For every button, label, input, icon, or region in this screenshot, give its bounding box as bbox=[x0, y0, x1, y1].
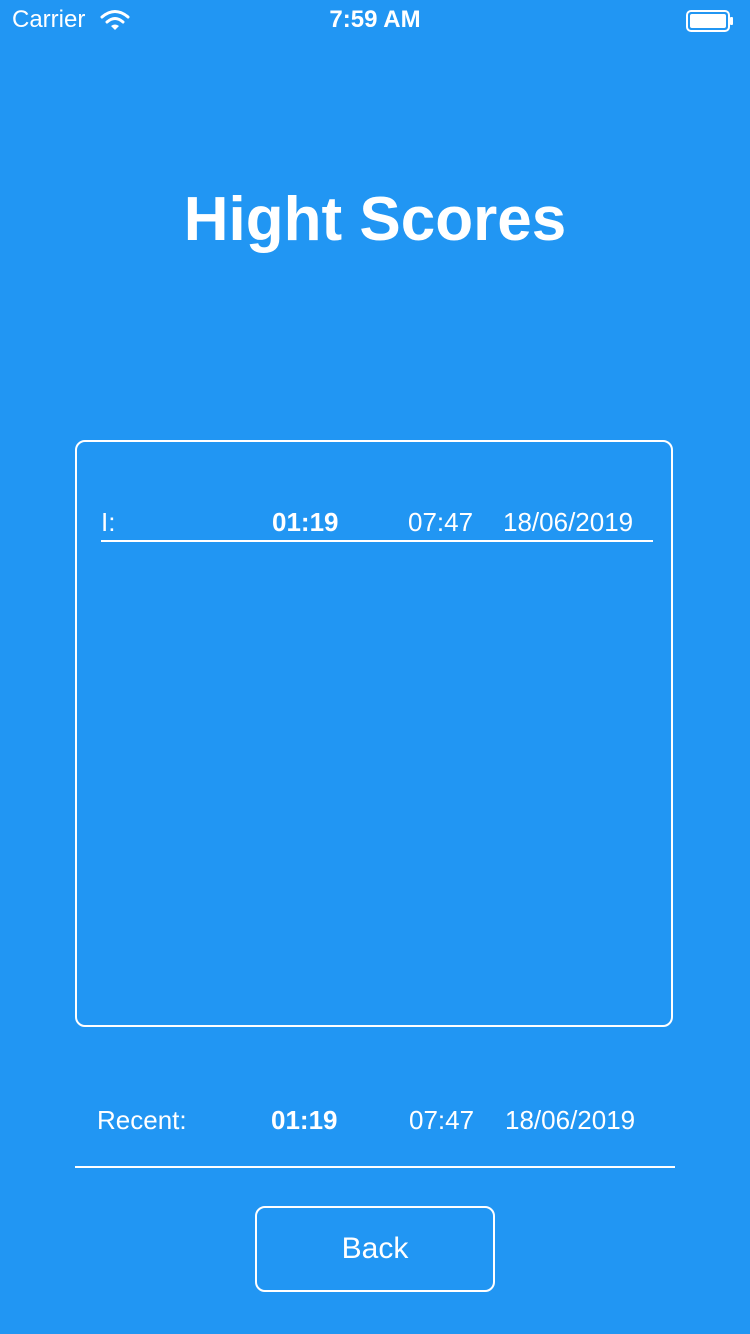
recent-score-row: Recent: 01:19 07:47 18/06/2019 bbox=[75, 1100, 675, 1168]
battery-icon bbox=[686, 10, 733, 32]
status-bar: Carrier 7:59 AM bbox=[0, 0, 750, 40]
page-title: Hight Scores bbox=[183, 185, 567, 254]
recent-label: Recent: bbox=[97, 1105, 187, 1135]
recent-time: 07:47 bbox=[409, 1105, 475, 1135]
score-value: 01:19 bbox=[272, 507, 339, 537]
recent-score-value: 01:19 bbox=[271, 1105, 338, 1135]
back-button[interactable]: Back bbox=[255, 1206, 495, 1292]
score-rank: I: bbox=[101, 507, 116, 537]
score-date: 18/06/2019 bbox=[503, 507, 634, 537]
status-time: 7:59 AM bbox=[329, 6, 421, 33]
recent-date: 18/06/2019 bbox=[505, 1105, 636, 1135]
high-scores-list: I: 01:19 07:47 18/06/2019 bbox=[75, 440, 673, 1027]
score-time: 07:47 bbox=[408, 507, 474, 537]
score-row: I: 01:19 07:47 18/06/2019 bbox=[101, 504, 653, 542]
back-button-label: Back bbox=[341, 1232, 409, 1265]
